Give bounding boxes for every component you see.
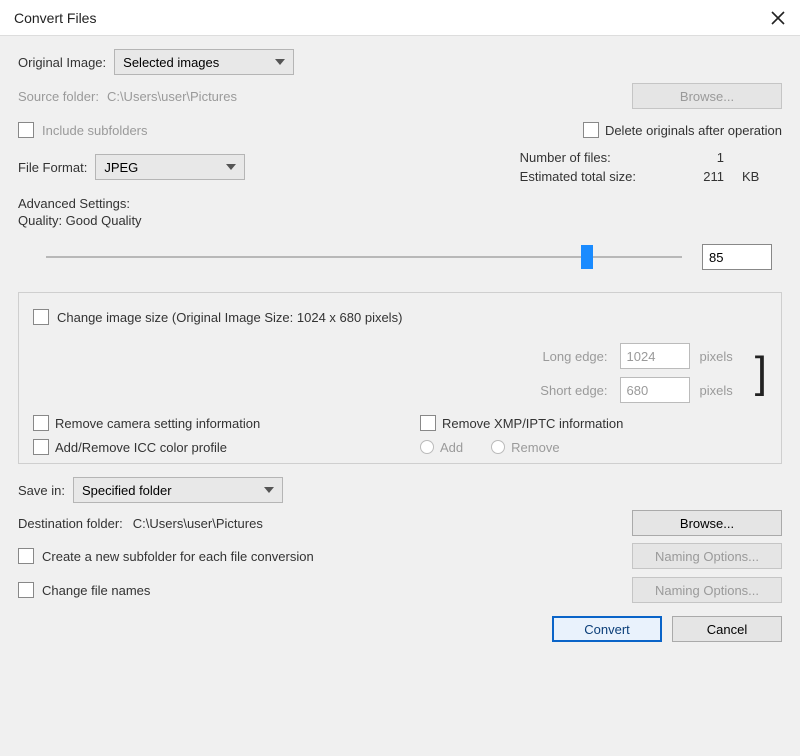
remove-xmp-label: Remove XMP/IPTC information [442, 416, 623, 431]
slider-thumb[interactable] [581, 245, 593, 269]
file-format-combo[interactable]: JPEG [95, 154, 245, 180]
quality-slider[interactable] [46, 245, 682, 269]
long-edge-input [620, 343, 690, 369]
browse-dest-button[interactable]: Browse... [632, 510, 782, 536]
convert-files-dialog: Convert Files Original Image: Selected i… [0, 0, 800, 756]
icc-add-radio [420, 440, 434, 454]
naming-options-2-button: Naming Options... [632, 577, 782, 603]
icc-remove-radio [491, 440, 505, 454]
estimated-size-value: 211 [654, 169, 724, 184]
estimated-size-unit: KB [742, 169, 782, 184]
long-edge-unit: pixels [700, 349, 733, 364]
dialog-title: Convert Files [14, 10, 96, 26]
source-folder-path: C:\Users\user\Pictures [107, 89, 237, 104]
advanced-settings-label: Advanced Settings: [18, 196, 130, 211]
titlebar: Convert Files [0, 0, 800, 36]
icc-add-label: Add [440, 440, 463, 455]
bracket-icon: ] [753, 360, 767, 386]
short-edge-label: Short edge: [33, 383, 610, 398]
change-filenames-label: Change file names [42, 583, 150, 598]
short-edge-input [620, 377, 690, 403]
destination-folder-path: C:\Users\user\Pictures [133, 516, 263, 531]
delete-originals-checkbox[interactable] [583, 122, 599, 138]
file-format-label: File Format: [18, 160, 87, 175]
delete-originals-label: Delete originals after operation [605, 123, 782, 138]
change-filenames-checkbox[interactable] [18, 582, 34, 598]
source-folder-label: Source folder: [18, 89, 99, 104]
icc-label: Add/Remove ICC color profile [55, 440, 227, 455]
save-in-combo[interactable]: Specified folder [73, 477, 283, 503]
short-edge-unit: pixels [700, 383, 733, 398]
naming-options-1-button: Naming Options... [632, 543, 782, 569]
file-stats: Number of files: 1 Estimated total size:… [520, 150, 782, 184]
remove-camera-label: Remove camera setting information [55, 416, 260, 431]
remove-xmp-checkbox[interactable] [420, 415, 436, 431]
cancel-button[interactable]: Cancel [672, 616, 782, 642]
destination-folder-label: Destination folder: [18, 516, 123, 531]
close-icon[interactable] [764, 4, 792, 32]
icc-remove-label: Remove [511, 440, 559, 455]
change-size-label: Change image size (Original Image Size: … [57, 310, 402, 325]
save-in-label: Save in: [18, 483, 65, 498]
original-image-label: Original Image: [18, 55, 106, 70]
estimated-size-label: Estimated total size: [520, 169, 636, 184]
number-of-files-value: 1 [654, 150, 724, 165]
change-size-checkbox[interactable] [33, 309, 49, 325]
size-panel: Change image size (Original Image Size: … [18, 292, 782, 464]
include-subfolders-checkbox [18, 122, 34, 138]
include-subfolders-label: Include subfolders [42, 123, 148, 138]
icc-checkbox[interactable] [33, 439, 49, 455]
convert-button[interactable]: Convert [552, 616, 662, 642]
quality-label: Quality: Good Quality [18, 213, 142, 228]
long-edge-label: Long edge: [33, 349, 610, 364]
dialog-content: Original Image: Selected images Source f… [0, 36, 800, 756]
create-subfolder-checkbox[interactable] [18, 548, 34, 564]
create-subfolder-label: Create a new subfolder for each file con… [42, 549, 314, 564]
original-image-combo[interactable]: Selected images [114, 49, 294, 75]
number-of-files-label: Number of files: [520, 150, 636, 165]
quality-input[interactable] [702, 244, 772, 270]
browse-source-button: Browse... [632, 83, 782, 109]
remove-camera-checkbox[interactable] [33, 415, 49, 431]
